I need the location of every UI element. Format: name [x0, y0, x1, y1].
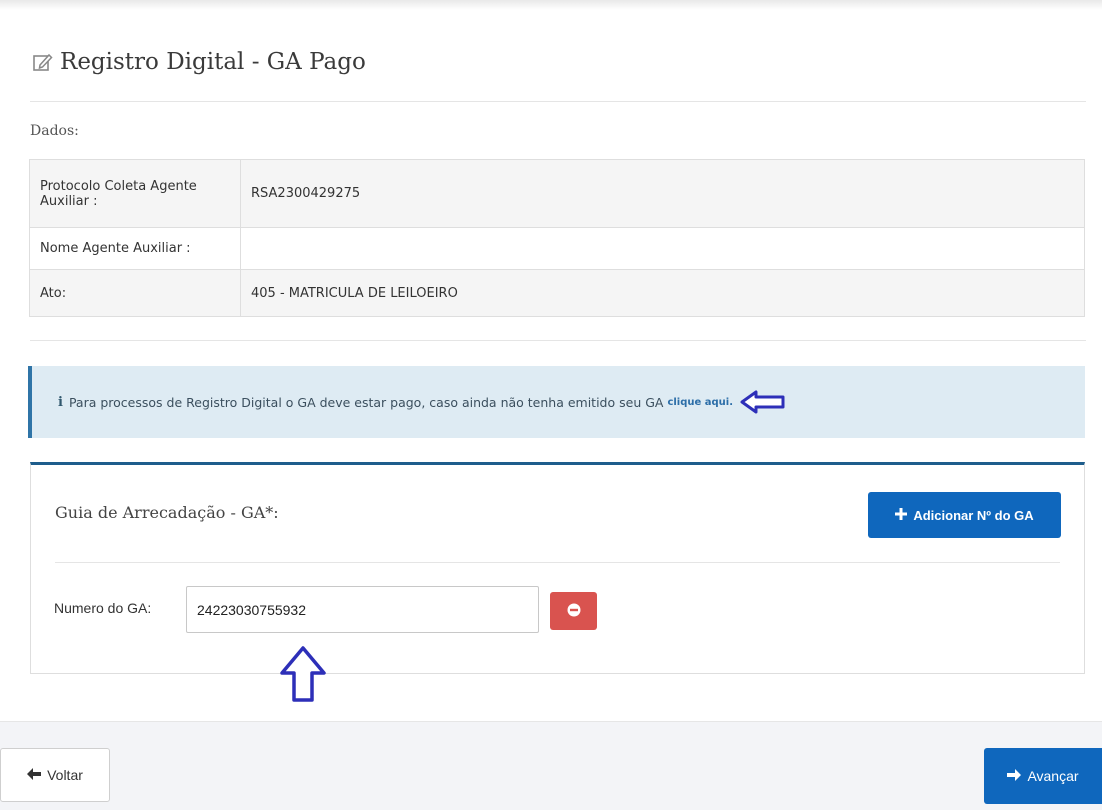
arrow-left-icon [739, 389, 787, 415]
edit-icon [32, 51, 54, 73]
table-row: Ato: 405 - MATRICULA DE LEILOEIRO [29, 269, 1085, 317]
remove-ga-button[interactable] [550, 592, 597, 630]
info-icon: i [58, 394, 63, 410]
page-title: Registro Digital - GA Pago [32, 44, 366, 80]
back-button[interactable]: Voltar [0, 748, 110, 802]
ga-number-input[interactable] [186, 586, 539, 633]
footer-bar: Voltar Avançar [0, 721, 1102, 810]
row-value: 405 - MATRICULA DE LEILOEIRO [240, 269, 1085, 317]
arrow-up-icon [278, 645, 328, 703]
row-value: RSA2300429275 [240, 159, 1085, 228]
row-label: Ato: [29, 269, 241, 317]
section-divider [30, 340, 1086, 341]
next-button-label: Avançar [1027, 768, 1079, 784]
row-label: Nome Agente Auxiliar : [29, 227, 241, 270]
add-ga-button-label: Adicionar Nº do GA [913, 507, 1034, 523]
next-button[interactable]: Avançar [984, 748, 1102, 804]
clique-aqui-link[interactable]: clique aqui. [667, 397, 733, 408]
dados-label: Dados: [30, 123, 79, 139]
ga-number-label: Numero do GA: [54, 600, 152, 616]
row-value [240, 227, 1085, 270]
top-edge [0, 0, 1102, 10]
add-ga-button[interactable]: Adicionar Nº do GA [868, 492, 1061, 538]
plus-icon [895, 507, 908, 523]
arrow-right-icon [1007, 768, 1022, 784]
row-label: Protocolo Coleta Agente Auxiliar : [29, 159, 241, 228]
arrow-left-icon [27, 767, 42, 783]
back-button-label: Voltar [47, 767, 83, 783]
title-divider [30, 101, 1086, 102]
ga-panel: Guia de Arrecadação - GA*: Adicionar Nº … [30, 462, 1085, 674]
panel-divider [55, 562, 1060, 563]
dados-table: Protocolo Coleta Agente Auxiliar : RSA23… [29, 159, 1085, 317]
ga-panel-title: Guia de Arrecadação - GA*: [55, 503, 279, 522]
minus-circle-icon [567, 603, 581, 620]
table-row: Nome Agente Auxiliar : [29, 227, 1085, 270]
info-alert: i Para processos de Registro Digital o G… [28, 366, 1085, 438]
info-text: Para processos de Registro Digital o GA … [68, 394, 664, 410]
table-row: Protocolo Coleta Agente Auxiliar : RSA23… [29, 159, 1085, 228]
page-title-text: Registro Digital - GA Pago [60, 49, 366, 75]
